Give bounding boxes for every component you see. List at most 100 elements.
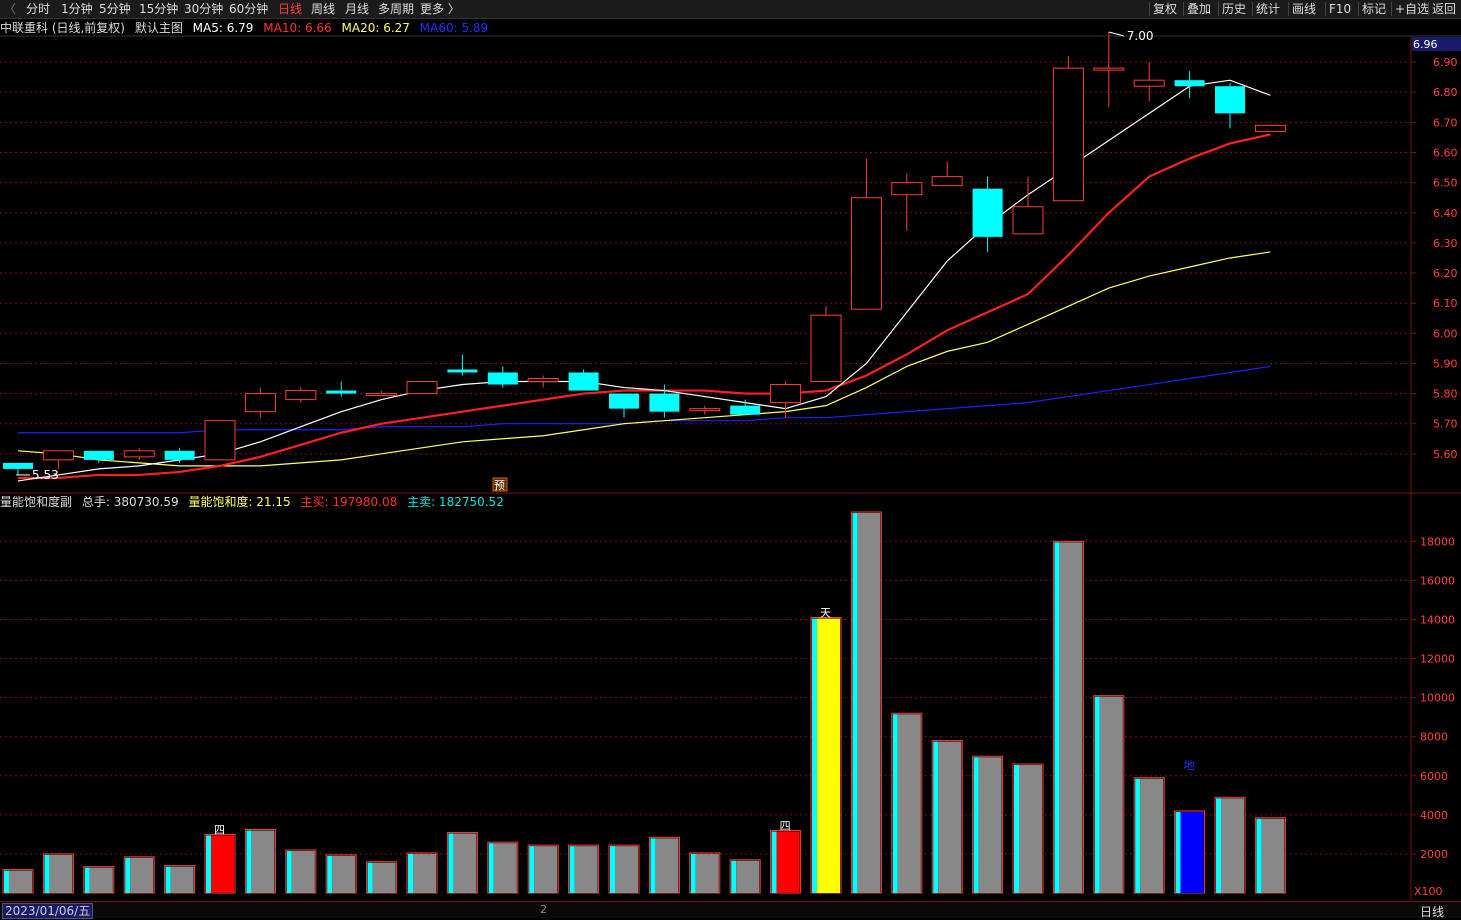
volume-bar-sell [84, 867, 90, 893]
ma10-line [18, 133, 1271, 480]
period-tab-9[interactable]: 多周期 [378, 1, 414, 17]
candle-down [649, 393, 680, 412]
candle-up [285, 390, 317, 401]
volume-bar [9, 870, 32, 893]
volume-bar [857, 513, 881, 893]
saturation-label: 量能饱和度: 21.15 [188, 495, 291, 509]
stock-title[interactable]: 中联重科 (日线,前复权) [0, 21, 125, 35]
forecast-marker: 预 [494, 479, 505, 492]
toolbar-divider [1428, 2, 1429, 16]
volume-tick-label: 16000 [1420, 574, 1455, 587]
price-tick-label: 6.70 [1433, 116, 1458, 129]
price-tick-label: 5.80 [1433, 388, 1458, 401]
period-tab-1[interactable]: 1分钟 [61, 1, 93, 17]
period-tab-8[interactable]: 月线 [345, 1, 369, 17]
volume-bar-sell [4, 870, 9, 893]
volume-bar-frame [2, 869, 34, 894]
candle-up [1052, 67, 1084, 202]
volume-bar-frame [527, 844, 559, 894]
volume-bar-sell [1094, 696, 1100, 893]
candle-down [3, 462, 33, 469]
volume-bar-frame [285, 849, 317, 894]
period-tab-7[interactable]: 周线 [311, 1, 335, 17]
ma5-line [17, 79, 1271, 482]
candle-up [204, 420, 236, 461]
ma20-line [17, 251, 1271, 467]
candle-down [487, 372, 518, 385]
price-tick-label: 6.30 [1433, 237, 1458, 250]
period-tab-0[interactable]: 分时 [26, 1, 50, 17]
volume-bar [736, 860, 760, 893]
volume-bar-sell [367, 862, 373, 893]
candle-down [730, 405, 761, 415]
toolbar-button-1[interactable]: 叠加 [1187, 1, 1211, 17]
volume-bar [938, 741, 962, 893]
volume-bar [1019, 765, 1042, 893]
volume-bar-frame [204, 833, 236, 894]
volume-bar [291, 851, 315, 893]
toolbar-divider [1391, 2, 1392, 16]
candle-up [244, 393, 276, 413]
toolbar-button-5[interactable]: F10 [1329, 1, 1351, 17]
volume-bar-frame [446, 831, 478, 894]
price-tick-label: 5.70 [1433, 418, 1458, 431]
period-tab-2[interactable]: 5分钟 [99, 1, 131, 17]
volume-bar-frame [366, 861, 398, 894]
volume-bar [695, 853, 719, 893]
toolbar-button-3[interactable]: 统计 [1256, 1, 1280, 17]
volume-bar [413, 853, 436, 893]
toolbar-button-4[interactable]: 画线 [1292, 1, 1316, 17]
volume-bar-sell [1135, 778, 1141, 893]
volume-bar [49, 854, 73, 893]
volume-bar-sell [812, 618, 817, 893]
stock-chart[interactable]: 5.60 5.70 5.80 5.90 6.00 6.10 6.20 6.30 6.40 6.50… [0, 0, 1461, 917]
volume-bar-sell [125, 857, 131, 893]
volume-bar [453, 833, 477, 893]
volume-marker-label: 四 [780, 819, 791, 832]
volume-bar-sell [246, 830, 252, 893]
toolbar-button-8[interactable]: 返回 [1432, 1, 1456, 17]
period-tab-10[interactable]: 更多 〉 [420, 1, 460, 17]
price-tick-label: 6.90 [1433, 56, 1458, 69]
main-buy-label: 主买: 197980.08 [300, 495, 398, 509]
volume-indicator-name[interactable]: 量能饱和度副 [0, 495, 72, 509]
candle-up [406, 381, 438, 395]
volume-bar [574, 846, 598, 893]
price-tick-label: 6.00 [1433, 327, 1458, 340]
candle-up [527, 378, 559, 383]
volume-bar-frame [648, 836, 680, 894]
template-label[interactable]: 默认主图 [135, 21, 183, 35]
main-sell-label: 主卖: 182750.52 [407, 495, 504, 509]
volume-marker-label: 四 [214, 823, 225, 836]
period-tab-3[interactable]: 15分钟 [139, 1, 178, 17]
toolbar-button-2[interactable]: 历史 [1222, 1, 1246, 17]
volume-tick-label: 14000 [1420, 613, 1455, 626]
toolbar-divider [1325, 2, 1326, 16]
period-tab-4[interactable]: 30分钟 [184, 1, 223, 17]
candle-up [891, 182, 923, 196]
volume-bar [978, 757, 1002, 893]
toolbar-collapse-icon[interactable]: 〈 [4, 1, 16, 17]
period-tab-6[interactable]: 日线 [278, 1, 302, 17]
volume-bar-frame [850, 511, 882, 894]
toolbar-button-7[interactable]: +自选 [1395, 1, 1429, 17]
ma10-label: MA10: 6.66 [263, 21, 332, 35]
toolbar-button-0[interactable]: 复权 [1153, 1, 1177, 17]
candle-up [123, 450, 155, 458]
volume-bar [89, 867, 113, 893]
high-price-marker: 7.00 [1127, 29, 1154, 43]
volume-bar-frame [568, 844, 600, 894]
toolbar-divider [1218, 2, 1219, 16]
volume-bar-sell [1216, 798, 1221, 893]
volume-bar-sell [206, 835, 211, 893]
volume-bar [534, 846, 558, 893]
period-tab-5[interactable]: 60分钟 [229, 1, 268, 17]
toolbar-button-6[interactable]: 标记 [1362, 1, 1386, 17]
volume-bar [372, 862, 396, 893]
current-price-label: 6.96 [1413, 38, 1438, 51]
volume-bar-frame [83, 866, 115, 894]
current-price-box [1412, 37, 1461, 52]
volume-bar-frame [770, 829, 802, 894]
volume-bar-frame [608, 844, 640, 894]
volume-bar [1261, 818, 1285, 893]
